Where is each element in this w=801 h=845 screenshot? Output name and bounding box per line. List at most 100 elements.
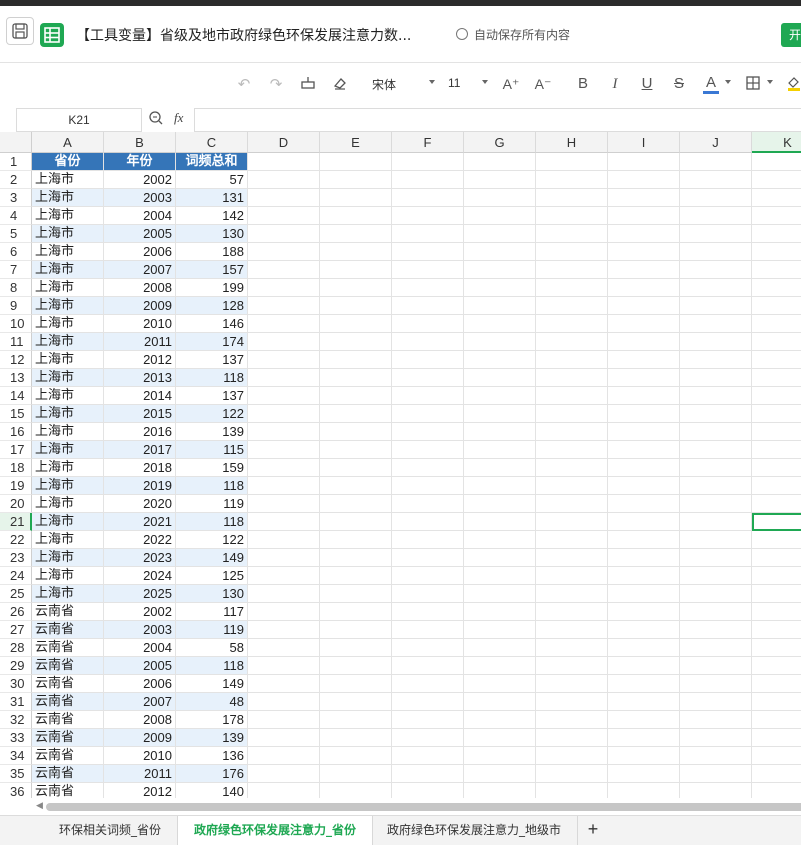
cell-B34[interactable]: 2010 [104, 747, 176, 765]
cell-J26[interactable] [680, 603, 752, 621]
cell-J35[interactable] [680, 765, 752, 783]
cell-F31[interactable] [392, 693, 464, 711]
scroll-left-arrow-icon[interactable]: ◀ [36, 800, 43, 811]
cell-H13[interactable] [536, 369, 608, 387]
cell-A35[interactable]: 云南省 [32, 765, 104, 783]
cell-F10[interactable] [392, 315, 464, 333]
formula-input[interactable] [194, 108, 801, 132]
row-header-25[interactable]: 25 [0, 585, 32, 603]
cell-J17[interactable] [680, 441, 752, 459]
row-header-3[interactable]: 3 [0, 189, 32, 207]
cell-G20[interactable] [464, 495, 536, 513]
cell-B29[interactable]: 2005 [104, 657, 176, 675]
cell-E17[interactable] [320, 441, 392, 459]
cell-C30[interactable]: 149 [176, 675, 248, 693]
cell-A32[interactable]: 云南省 [32, 711, 104, 729]
cell-C22[interactable]: 122 [176, 531, 248, 549]
cell-K10[interactable] [752, 315, 801, 333]
cell-C34[interactable]: 136 [176, 747, 248, 765]
cell-F13[interactable] [392, 369, 464, 387]
cell-B21[interactable]: 2021 [104, 513, 176, 531]
column-header-K[interactable]: K [752, 132, 801, 153]
cell-C25[interactable]: 130 [176, 585, 248, 603]
cell-J13[interactable] [680, 369, 752, 387]
cell-C9[interactable]: 128 [176, 297, 248, 315]
cell-G21[interactable] [464, 513, 536, 531]
cell-F9[interactable] [392, 297, 464, 315]
cell-J12[interactable] [680, 351, 752, 369]
row-header-6[interactable]: 6 [0, 243, 32, 261]
cell-C27[interactable]: 119 [176, 621, 248, 639]
cell-H20[interactable] [536, 495, 608, 513]
cell-A12[interactable]: 上海市 [32, 351, 104, 369]
cell-K14[interactable] [752, 387, 801, 405]
row-header-16[interactable]: 16 [0, 423, 32, 441]
cell-J4[interactable] [680, 207, 752, 225]
cell-G17[interactable] [464, 441, 536, 459]
cell-A13[interactable]: 上海市 [32, 369, 104, 387]
cell-J14[interactable] [680, 387, 752, 405]
cell-J27[interactable] [680, 621, 752, 639]
cell-D10[interactable] [248, 315, 320, 333]
cell-G31[interactable] [464, 693, 536, 711]
cell-G36[interactable] [464, 783, 536, 798]
cell-K11[interactable] [752, 333, 801, 351]
cell-C31[interactable]: 48 [176, 693, 248, 711]
cell-B15[interactable]: 2015 [104, 405, 176, 423]
cell-H9[interactable] [536, 297, 608, 315]
cell-A30[interactable]: 云南省 [32, 675, 104, 693]
cell-I15[interactable] [608, 405, 680, 423]
cell-I16[interactable] [608, 423, 680, 441]
cell-G15[interactable] [464, 405, 536, 423]
cell-C7[interactable]: 157 [176, 261, 248, 279]
cell-A23[interactable]: 上海市 [32, 549, 104, 567]
cell-G13[interactable] [464, 369, 536, 387]
cell-C32[interactable]: 178 [176, 711, 248, 729]
cell-G14[interactable] [464, 387, 536, 405]
cell-J23[interactable] [680, 549, 752, 567]
cell-D32[interactable] [248, 711, 320, 729]
cell-J15[interactable] [680, 405, 752, 423]
cell-B32[interactable]: 2008 [104, 711, 176, 729]
cell-G29[interactable] [464, 657, 536, 675]
cell-K19[interactable] [752, 477, 801, 495]
cell-K30[interactable] [752, 675, 801, 693]
cell-F21[interactable] [392, 513, 464, 531]
cell-A33[interactable]: 云南省 [32, 729, 104, 747]
cell-C1[interactable]: 词频总和 [176, 153, 248, 171]
cell-E30[interactable] [320, 675, 392, 693]
cell-K15[interactable] [752, 405, 801, 423]
column-header-B[interactable]: B [104, 132, 176, 153]
row-header-36[interactable]: 36 [0, 783, 32, 798]
cell-A31[interactable]: 云南省 [32, 693, 104, 711]
cell-A7[interactable]: 上海市 [32, 261, 104, 279]
cell-A18[interactable]: 上海市 [32, 459, 104, 477]
cell-I9[interactable] [608, 297, 680, 315]
cell-I17[interactable] [608, 441, 680, 459]
cell-G11[interactable] [464, 333, 536, 351]
zoom-search-icon[interactable] [148, 110, 164, 129]
active-cell-K21[interactable] [752, 513, 801, 531]
cell-A11[interactable]: 上海市 [32, 333, 104, 351]
cell-I6[interactable] [608, 243, 680, 261]
cell-D1[interactable] [248, 153, 320, 171]
cell-E28[interactable] [320, 639, 392, 657]
cell-E12[interactable] [320, 351, 392, 369]
cell-E35[interactable] [320, 765, 392, 783]
row-header-29[interactable]: 29 [0, 657, 32, 675]
cell-A16[interactable]: 上海市 [32, 423, 104, 441]
cell-E20[interactable] [320, 495, 392, 513]
cell-F27[interactable] [392, 621, 464, 639]
row-header-34[interactable]: 34 [0, 747, 32, 765]
column-header-H[interactable]: H [536, 132, 608, 153]
cell-E22[interactable] [320, 531, 392, 549]
cell-I7[interactable] [608, 261, 680, 279]
cell-D19[interactable] [248, 477, 320, 495]
cell-F14[interactable] [392, 387, 464, 405]
cell-A17[interactable]: 上海市 [32, 441, 104, 459]
cell-K29[interactable] [752, 657, 801, 675]
cell-E21[interactable] [320, 513, 392, 531]
cell-F29[interactable] [392, 657, 464, 675]
cell-B35[interactable]: 2011 [104, 765, 176, 783]
cell-I36[interactable] [608, 783, 680, 798]
